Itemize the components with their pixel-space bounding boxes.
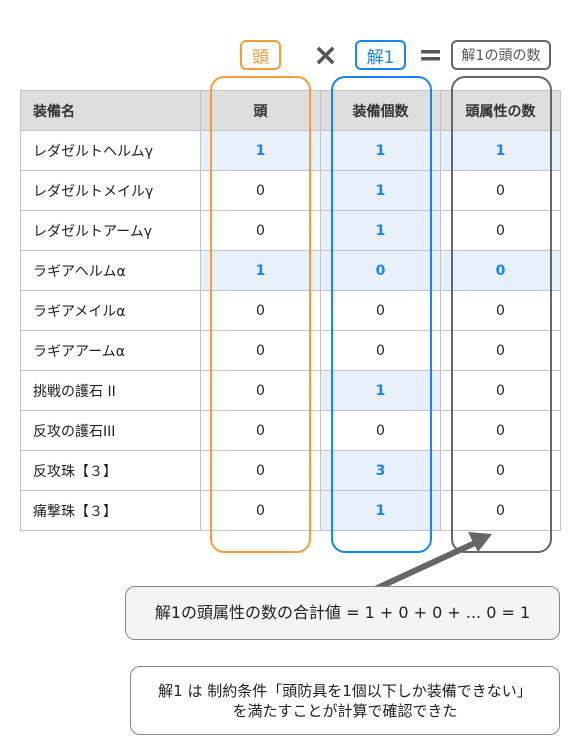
conclusion-note: 解1 は 制約条件「頭防具を1個以下しか装備できない」 を満たすことが計算で確認… (130, 666, 560, 735)
conclusion-line-2: を満たすことが計算で確認できた (232, 701, 458, 720)
conclusion-line-1: 解1 は 制約条件「頭防具を1個以下しか装備できない」 (158, 681, 532, 700)
arrow (358, 532, 492, 599)
sum-note: 解1の頭属性の数の合計値 = 1 + 0 + 0 + ... 0 = 1 (125, 586, 560, 640)
